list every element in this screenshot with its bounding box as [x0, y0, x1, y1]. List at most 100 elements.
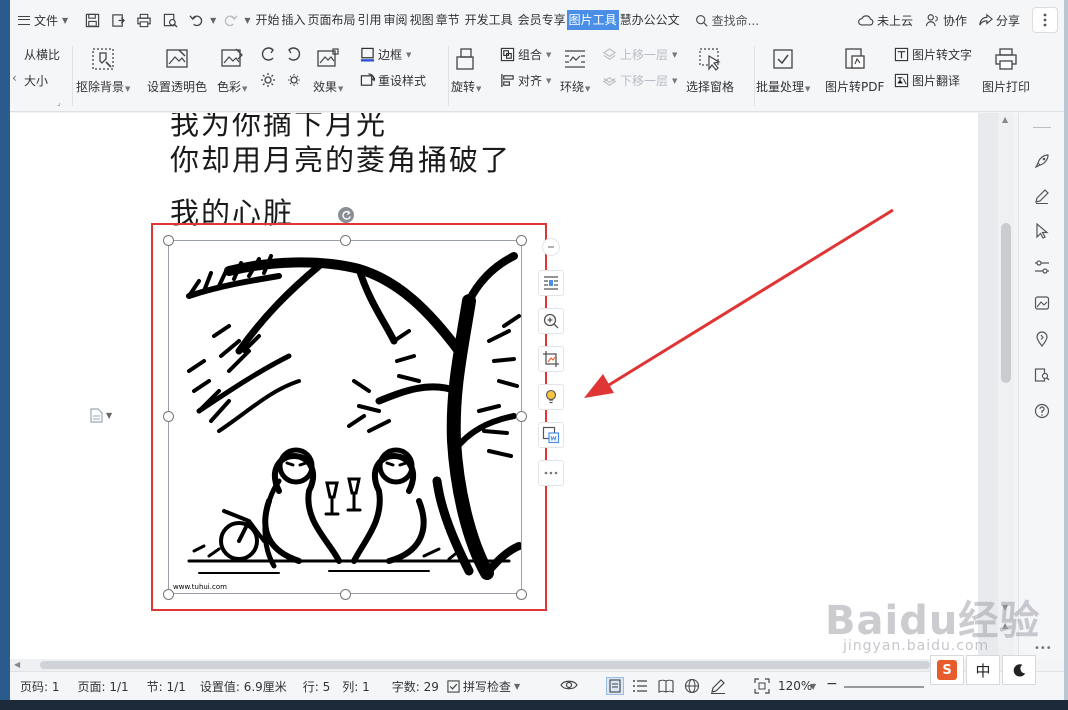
tab-view[interactable]: 视图: [409, 10, 435, 30]
sidebar-item-rocket[interactable]: [1032, 151, 1052, 171]
fit-page-button[interactable]: [754, 678, 770, 697]
layout-options-button[interactable]: [538, 270, 564, 296]
sidebar-item-book-search[interactable]: [1032, 365, 1052, 385]
ime-logo-button[interactable]: S: [930, 655, 964, 685]
ime-language-toggle[interactable]: 中: [966, 655, 1000, 685]
sidebar-item-edit[interactable]: [1032, 186, 1052, 206]
more-options-button[interactable]: [1032, 7, 1058, 33]
size-option[interactable]: 大小: [24, 72, 48, 89]
sidebar-item-help[interactable]: [1032, 401, 1052, 421]
paragraph-options-button[interactable]: ▼: [90, 408, 112, 423]
ribbon-scroll-left-icon[interactable]: ‹: [12, 71, 17, 85]
tab-picture-tools[interactable]: 图片工具: [566, 10, 619, 30]
scroll-up-icon[interactable]: ▲: [1002, 115, 1008, 124]
border-button[interactable]: 边框 ▼: [360, 46, 411, 63]
spell-check-button[interactable]: 拼写检查 ▼: [447, 678, 520, 695]
rotate-button[interactable]: 旋转▼: [451, 46, 481, 95]
size-dialog-launcher-icon[interactable]: ⌟: [57, 98, 61, 107]
sidebar-item-location[interactable]: [1032, 329, 1052, 349]
brightness-up-icon[interactable]: [260, 72, 276, 88]
book-view-button[interactable]: [658, 678, 674, 697]
command-search[interactable]: 查找命...: [695, 12, 759, 29]
zoom-level[interactable]: 120%: [778, 679, 812, 693]
rotate-handle[interactable]: [338, 207, 354, 223]
image-print-button[interactable]: 图片打印: [982, 46, 1030, 95]
page-view-button[interactable]: [606, 677, 624, 695]
status-column[interactable]: 列: 1: [342, 678, 370, 695]
contrast-down-icon[interactable]: [286, 46, 302, 62]
scroll-left-icon[interactable]: ◀: [14, 660, 20, 669]
reset-style-button[interactable]: 重设样式: [360, 72, 426, 89]
share-button[interactable]: 分享: [979, 12, 1020, 29]
export-pdf-button[interactable]: [106, 7, 130, 33]
group-button[interactable]: 组合 ▼: [500, 46, 551, 63]
qa-more-icon[interactable]: ▼: [244, 16, 250, 25]
image-translate-button[interactable]: 图片翻译: [894, 72, 960, 89]
status-row[interactable]: 行: 5: [303, 678, 331, 695]
brightness-down-icon[interactable]: [286, 72, 302, 88]
status-word-count[interactable]: 字数: 29: [392, 678, 439, 695]
bring-forward-button[interactable]: 上移一层 ▼: [602, 46, 677, 63]
vertical-scrollbar[interactable]: ▲ ▼ ▲: [998, 113, 1014, 659]
print-preview-button[interactable]: [158, 7, 182, 33]
print-button[interactable]: [132, 7, 156, 33]
document-page[interactable]: 我为你摘下月光 你却用月亮的菱角捅破了 我的心脏 ▼ www.tuhui.com: [10, 113, 978, 659]
tab-developer[interactable]: 开发工具: [464, 10, 514, 30]
cloud-status-button[interactable]: 未上云: [858, 12, 913, 29]
tab-references[interactable]: 引用: [357, 10, 383, 30]
picture-to-word-button[interactable]: [538, 422, 564, 448]
tab-page-layout[interactable]: 页面布局: [307, 10, 357, 30]
redo-button[interactable]: [218, 7, 242, 33]
tab-member[interactable]: 会员专享: [517, 10, 567, 30]
tab-smart-office[interactable]: 慧办公公文: [619, 10, 681, 30]
wrap-text-button[interactable]: 环绕▼: [560, 46, 590, 95]
zoom-out-button[interactable]: −: [826, 676, 838, 692]
set-transparent-color-button[interactable]: 设置透明色: [147, 46, 207, 95]
contrast-up-icon[interactable]: [260, 46, 276, 62]
vertical-scroll-thumb[interactable]: [1001, 223, 1011, 383]
document-icon: [90, 408, 103, 423]
save-button[interactable]: [80, 7, 104, 33]
batch-process-button[interactable]: 批量处理▼: [756, 46, 810, 95]
status-page-number[interactable]: 页码: 1: [20, 678, 60, 695]
status-setting-value[interactable]: 设置值: 6.9厘米: [200, 678, 287, 695]
sidebar-item-select[interactable]: [1032, 221, 1052, 241]
selection-pane-button[interactable]: 选择窗格: [686, 46, 734, 95]
file-menu-button[interactable]: 文件 ▼: [10, 6, 76, 34]
collapse-toolbar-button[interactable]: [542, 238, 560, 256]
collaborate-button[interactable]: 协作: [925, 12, 967, 29]
annotate-button[interactable]: [710, 678, 726, 697]
sidebar-item-adjust[interactable]: [1032, 257, 1052, 277]
align-button[interactable]: 对齐 ▼: [500, 72, 551, 89]
undo-button[interactable]: [184, 7, 208, 33]
zoom-slider[interactable]: [844, 686, 924, 688]
effects-button[interactable]: 效果▼: [313, 46, 343, 95]
horizontal-scrollbar[interactable]: ◀ ▶: [10, 659, 1005, 671]
tab-chapter[interactable]: 章节: [435, 10, 461, 30]
poem-line-2[interactable]: 你却用月亮的菱角捅破了: [170, 137, 511, 179]
remove-background-button[interactable]: 抠除背景▼: [76, 46, 130, 95]
crop-picture-button[interactable]: [538, 346, 564, 372]
status-section[interactable]: 节: 1/1: [147, 678, 186, 695]
image-to-pdf-button[interactable]: 图片转PDF: [825, 46, 884, 95]
reading-mode-button[interactable]: [560, 678, 578, 695]
tab-home[interactable]: 开始: [254, 10, 280, 30]
undo-dropdown-icon[interactable]: ▼: [210, 16, 216, 25]
sidebar-item-image[interactable]: [1032, 293, 1052, 313]
zoom-picture-button[interactable]: [538, 308, 564, 334]
ime-moon-button[interactable]: [1002, 655, 1036, 685]
horizontal-scroll-thumb[interactable]: [40, 661, 930, 669]
web-view-button[interactable]: [684, 678, 700, 697]
smart-suggestion-button[interactable]: [538, 384, 564, 410]
color-button[interactable]: 色彩▼: [217, 46, 247, 95]
document-area[interactable]: 我为你摘下月光 你却用月亮的菱角捅破了 我的心脏 ▼ www.tuhui.com: [10, 113, 1005, 659]
tab-insert[interactable]: 插入: [281, 10, 307, 30]
outline-view-button[interactable]: [632, 678, 648, 697]
send-backward-button[interactable]: 下移一层 ▼: [602, 72, 677, 89]
lock-ratio-option[interactable]: 从横比: [24, 46, 60, 63]
image-to-text-button[interactable]: 图片转文字: [894, 46, 972, 63]
status-pages[interactable]: 页面: 1/1: [78, 678, 129, 695]
zoom-dropdown-icon[interactable]: ▼: [810, 682, 816, 691]
more-picture-options-button[interactable]: [538, 460, 564, 486]
tab-review[interactable]: 审阅: [383, 10, 409, 30]
